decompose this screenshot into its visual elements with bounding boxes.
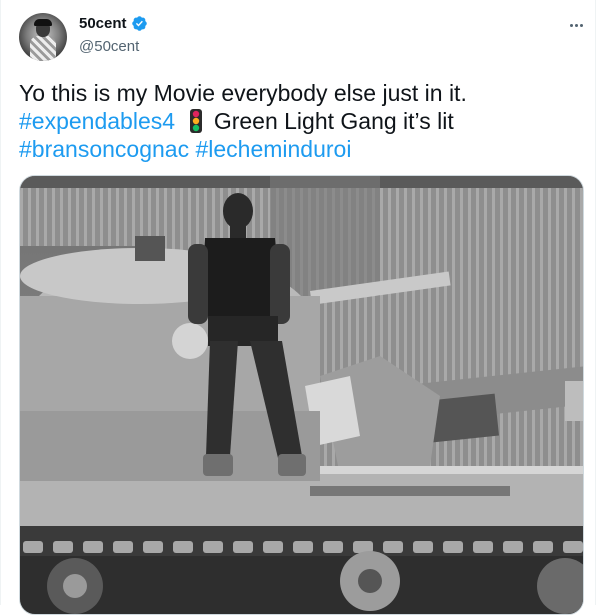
traffic-light-icon [190, 109, 203, 133]
author-display-name[interactable]: 50cent [79, 15, 127, 32]
tweet-line-1: Yo this is my Movie everybody else just … [19, 80, 467, 106]
tweet-text: Yo this is my Movie everybody else just … [19, 79, 579, 163]
hashtag-bransoncognac[interactable]: #bransoncognac [19, 136, 189, 162]
tweet-line-2: #expendables4 Green Light Gang it’s lit [19, 107, 579, 135]
tweet-card[interactable]: 50cent @50cent Yo this is my Movie every… [0, 0, 596, 615]
avatar-torso [30, 36, 56, 61]
verified-badge-icon [131, 16, 147, 31]
author-handle[interactable]: @50cent [79, 38, 139, 55]
more-options-icon[interactable] [566, 15, 586, 35]
tweet-line-2-text: Green Light Gang it’s lit [213, 108, 454, 134]
photo-icon [20, 176, 583, 614]
tweet-line-3: #bransoncognac #lecheminduroi [19, 135, 579, 163]
tweet-photo[interactable] [19, 175, 584, 615]
author-name-row: 50cent [79, 15, 148, 32]
hashtag-expendables4[interactable]: #expendables4 [19, 108, 175, 134]
hashtag-lecheminduroi[interactable]: #lecheminduroi [195, 136, 351, 162]
avatar-cap [34, 19, 52, 26]
author-avatar[interactable] [19, 13, 67, 61]
